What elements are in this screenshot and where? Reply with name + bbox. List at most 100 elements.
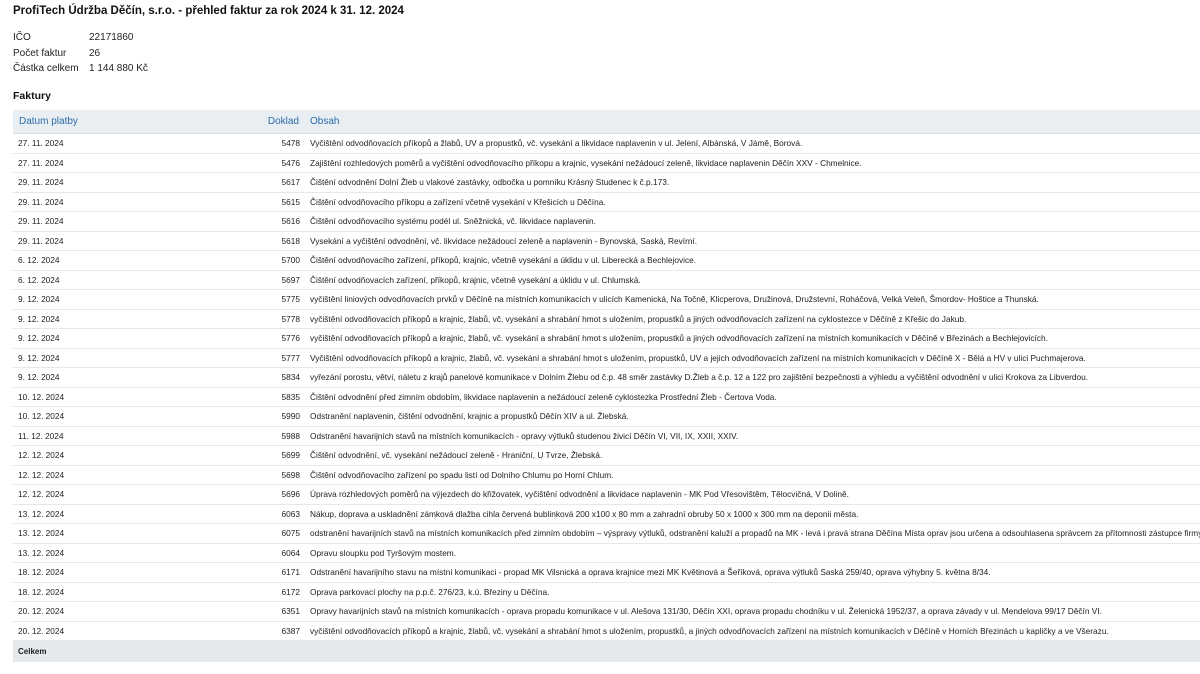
table-row: 27. 11. 2024 5478 Vyčištění odvodňovacích … bbox=[13, 134, 1200, 154]
cell-doklad: 5777 bbox=[281, 352, 300, 363]
cell-obsah: Opravy havarijních stavů na místních kom… bbox=[310, 606, 1102, 616]
cell-obsah: Zajištění rozhledových poměrů a vyčištěn… bbox=[310, 157, 862, 168]
cell-doklad: 6171 bbox=[281, 567, 300, 577]
table-header: Datum platby Doklad Obsah bbox=[13, 110, 1200, 134]
cell-obsah: Čištění odvodňovacích zařízení, příkopů,… bbox=[310, 274, 641, 285]
cell-date: 13. 12. 2024 bbox=[18, 508, 65, 519]
table-row: 29. 11. 2024 5616 Čištění odvodňovacího sy… bbox=[13, 212, 1200, 232]
cell-obsah: Vysekání a vyčištění odvodnění, vč. likv… bbox=[310, 235, 698, 246]
table-row: 9. 12. 2024 5834 vyřezání porostu, větví, … bbox=[13, 368, 1200, 388]
summary-panel: IČO 22171860 Počet faktur 26 Částka celkem… bbox=[13, 30, 148, 77]
amount-value: 1 144 880 Kč bbox=[89, 63, 148, 74]
cell-obsah: odstranění havarijních stavů na místních… bbox=[310, 528, 1200, 538]
table-row: 9. 12. 2024 5778 vyčištění odvodňovacích p… bbox=[13, 310, 1200, 329]
cell-obsah: Vyčištění odvodňovacích příkopů a žlabů,… bbox=[310, 138, 803, 148]
cell-doklad: 5616 bbox=[281, 216, 300, 226]
cell-doklad: 5990 bbox=[281, 411, 300, 421]
cell-date: 9. 12. 2024 bbox=[18, 372, 60, 382]
table-row: 6. 12. 2024 5700 Čištění odvodňovacího zař… bbox=[13, 251, 1200, 271]
table-row: 20. 12. 2024 6351 Opravy havarijních stavů… bbox=[13, 602, 1200, 622]
table-row: 11. 12. 2024 5988 Odstranění havarijních s… bbox=[13, 427, 1200, 446]
cell-doklad: 5776 bbox=[281, 333, 300, 343]
table-row: 29. 11. 2024 5617 Čištění odvodnění Dolní … bbox=[13, 173, 1200, 193]
cell-date: 9. 12. 2024 bbox=[18, 294, 60, 304]
cell-date: 10. 12. 2024 bbox=[18, 391, 65, 402]
page-title: ProfiTech Údržba Děčín, s.r.o. - přehled… bbox=[13, 5, 404, 17]
table-row: 12. 12. 2024 5698 Čištění odvodňovacího za… bbox=[13, 466, 1200, 485]
cell-obsah: Oprava parkovací plochy na p.p.č. 276/23… bbox=[310, 586, 550, 597]
table-body: 27. 11. 2024 5478 Vyčištění odvodňovacích … bbox=[13, 134, 1200, 641]
cell-doklad: 5834 bbox=[281, 372, 300, 382]
cell-obsah: vyčištění odvodňovacích příkopů a krajni… bbox=[310, 313, 967, 324]
table-row: 9. 12. 2024 5777 Vyčištění odvodňovacích p… bbox=[13, 349, 1200, 368]
cell-doklad: 5617 bbox=[281, 177, 300, 187]
cell-date: 27. 11. 2024 bbox=[18, 138, 64, 148]
table-row: 18. 12. 2024 6172 Oprava parkovací plochy … bbox=[13, 583, 1200, 602]
table-row: 9. 12. 2024 5776 vyčištění odvodňovacích p… bbox=[13, 329, 1200, 349]
cell-obsah: Vyčištění odvodňovacích příkopů a krajni… bbox=[310, 352, 1086, 363]
cell-date: 12. 12. 2024 bbox=[18, 489, 65, 499]
summary-amount: Částka celkem 1 144 880 Kč bbox=[13, 61, 148, 77]
table-row: 9. 12. 2024 5775 vyčištění liniových odvod… bbox=[13, 290, 1200, 310]
cell-obsah: vyčištění liniových odvodňovacích prvků … bbox=[310, 294, 1039, 304]
cell-doklad: 5476 bbox=[281, 157, 300, 168]
summary-ico: IČO 22171860 bbox=[13, 30, 148, 46]
cell-doklad: 5775 bbox=[281, 294, 300, 304]
cell-doklad: 5478 bbox=[281, 138, 300, 148]
cell-doklad: 6172 bbox=[281, 586, 300, 597]
cell-date: 20. 12. 2024 bbox=[18, 606, 65, 616]
table-row: 18. 12. 2024 6171 Odstranění havarijního s… bbox=[13, 563, 1200, 583]
table-total-row: Celkem bbox=[13, 641, 1200, 662]
cell-obsah: Čištění odvodňovacího zařízení po spadu … bbox=[310, 469, 614, 480]
table-row: 20. 12. 2024 6387 vyčištění odvodňovacích … bbox=[13, 622, 1200, 641]
cell-doklad: 6075 bbox=[281, 528, 300, 538]
amount-label: Částka celkem bbox=[13, 63, 79, 74]
cell-doklad: 5615 bbox=[281, 196, 300, 207]
cell-obsah: Čištění odvodňovacího zařízení, příkopů,… bbox=[310, 255, 697, 265]
cell-obsah: Čištění odvodnění před zimním obdobím, l… bbox=[310, 391, 777, 402]
cell-obsah: Úprava rozhledových poměrů na výjezdech … bbox=[310, 489, 849, 499]
cell-date: 11. 12. 2024 bbox=[18, 430, 64, 441]
cell-doklad: 5696 bbox=[281, 489, 300, 499]
cell-date: 29. 11. 2024 bbox=[18, 235, 64, 246]
column-header-doklad[interactable]: Doklad bbox=[13, 110, 299, 133]
cell-doklad: 6064 bbox=[281, 547, 300, 558]
table-row: 29. 11. 2024 5618 Vysekání a vyčištění odv… bbox=[13, 232, 1200, 251]
cell-date: 27. 11. 2024 bbox=[18, 157, 64, 168]
table-row: 6. 12. 2024 5697 Čištění odvodňovacích zař… bbox=[13, 271, 1200, 290]
cell-obsah: Čištění odvodňovacího systému podél ul. … bbox=[310, 216, 596, 226]
count-value: 26 bbox=[89, 47, 101, 59]
cell-obsah: Nákup, doprava a uskladnění zámková dlaž… bbox=[310, 508, 859, 519]
cell-obsah: Opravu sloupku pod Tyršovým mostem. bbox=[310, 547, 457, 558]
count-label: Počet faktur bbox=[13, 47, 67, 59]
cell-date: 29. 11. 2024 bbox=[18, 177, 64, 187]
invoices-table: Datum platby Doklad Obsah 27. 11. 2024 54… bbox=[13, 110, 1200, 662]
cell-doklad: 5700 bbox=[281, 255, 300, 265]
cell-date: 18. 12. 2024 bbox=[18, 586, 65, 597]
cell-obsah: Odstranění havarijních stavů na místních… bbox=[310, 430, 739, 441]
cell-obsah: Odstranění havarijního stavu na místní k… bbox=[310, 567, 991, 577]
table-row: 13. 12. 2024 6064 Opravu sloupku pod Tyršo… bbox=[13, 544, 1200, 563]
cell-date: 20. 12. 2024 bbox=[18, 625, 65, 636]
table-row: 12. 12. 2024 5696 Úprava rozhledových pomě… bbox=[13, 485, 1200, 505]
table-row: 12. 12. 2024 5699 Čištění odvodnění, vč. v… bbox=[13, 446, 1200, 466]
cell-obsah: vyčištění odvodňovacích příkopů a krajni… bbox=[310, 333, 1048, 343]
cell-date: 18. 12. 2024 bbox=[18, 567, 65, 577]
ico-value: 22171860 bbox=[89, 32, 134, 43]
cell-doklad: 5618 bbox=[281, 235, 300, 246]
cell-obsah: Čištění odvodnění Dolní Žleb u vlakové z… bbox=[310, 177, 670, 187]
column-header-obsah[interactable]: Obsah bbox=[310, 110, 339, 133]
table-row: 27. 11. 2024 5476 Zajištění rozhledových p… bbox=[13, 154, 1200, 173]
table-row: 13. 12. 2024 6063 Nákup, doprava a uskladn… bbox=[13, 505, 1200, 524]
cell-date: 9. 12. 2024 bbox=[18, 352, 60, 363]
cell-date: 29. 11. 2024 bbox=[18, 216, 64, 226]
ico-label: IČO bbox=[13, 32, 31, 43]
cell-date: 12. 12. 2024 bbox=[18, 469, 65, 480]
cell-date: 13. 12. 2024 bbox=[18, 547, 65, 558]
cell-doklad: 5699 bbox=[281, 450, 300, 460]
section-title-invoices: Faktury bbox=[13, 90, 51, 102]
cell-doklad: 5988 bbox=[281, 430, 300, 441]
cell-date: 9. 12. 2024 bbox=[18, 333, 60, 343]
cell-doklad: 6063 bbox=[281, 508, 300, 519]
cell-doklad: 6351 bbox=[281, 606, 300, 616]
